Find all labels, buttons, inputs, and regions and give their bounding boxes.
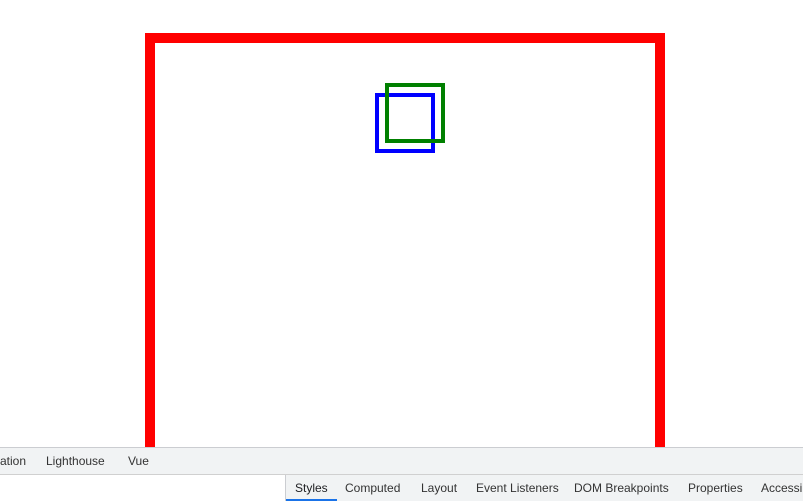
devtools-tab-strip: ation Lighthouse Vue <box>0 447 803 474</box>
tab-computed[interactable]: Computed <box>345 475 400 501</box>
tab-styles[interactable]: Styles <box>286 475 337 501</box>
tab-lighthouse[interactable]: Lighthouse <box>46 448 105 474</box>
tab-event-listeners[interactable]: Event Listeners <box>476 475 559 501</box>
elements-sidebar-area: Styles Computed Layout Event Listeners D… <box>0 474 803 501</box>
tab-accessibility[interactable]: Accessib <box>761 475 803 501</box>
elements-sidebar-tabs: Styles Computed Layout Event Listeners D… <box>285 475 803 501</box>
tab-layout[interactable]: Layout <box>421 475 457 501</box>
tab-vue[interactable]: Vue <box>128 448 149 474</box>
page-viewport <box>0 0 803 447</box>
green-square <box>385 83 445 143</box>
tab-properties[interactable]: Properties <box>688 475 743 501</box>
tab-application[interactable]: ation <box>0 448 26 474</box>
tab-dom-breakpoints[interactable]: DOM Breakpoints <box>574 475 669 501</box>
